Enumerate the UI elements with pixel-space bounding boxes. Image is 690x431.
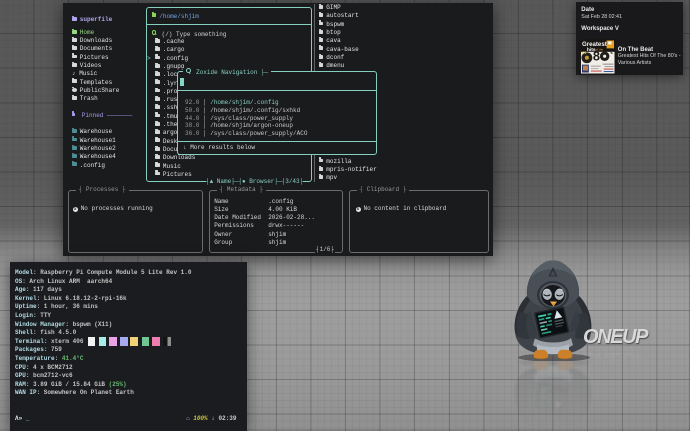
svg-text:8: 8: [593, 48, 600, 63]
